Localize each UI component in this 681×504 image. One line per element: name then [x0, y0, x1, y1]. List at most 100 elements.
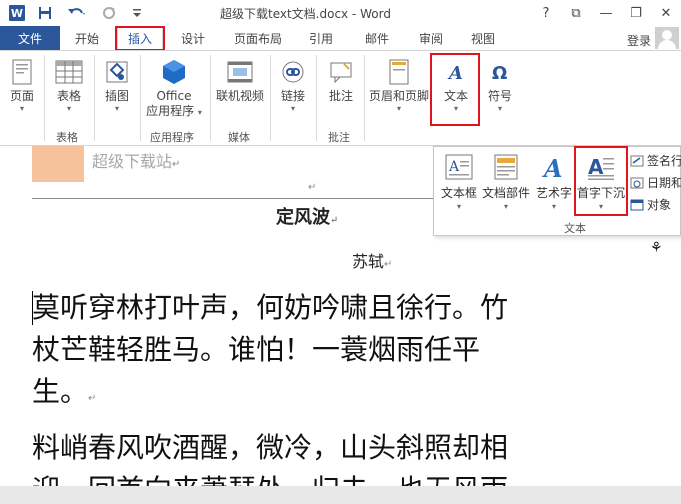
comment-icon [326, 57, 356, 87]
tab-insert[interactable]: 插入 [117, 26, 163, 50]
table-label: 表格 [56, 89, 81, 103]
text-label: 文本 [443, 89, 468, 103]
tab-view[interactable]: 视图 [460, 26, 506, 50]
paragraph-line[interactable]: 莫听穿林打叶声，何妨吟啸且徐行。竹 [32, 287, 592, 329]
paragraph-line[interactable]: 料峭春风吹酒醒，微冷，山头斜照却相 [32, 427, 592, 469]
tab-references[interactable]: 引用 [298, 26, 344, 50]
close-button[interactable]: ✕ [651, 0, 681, 26]
tab-page-layout[interactable]: 页面布局 [226, 26, 290, 50]
divider [270, 55, 271, 141]
pages-icon [7, 57, 37, 87]
wordart-label: 艺术字 [535, 186, 572, 200]
office-apps-button[interactable]: Office 应用程序 ▾ [144, 53, 204, 120]
tab-design[interactable]: 设计 [170, 26, 216, 50]
date-time-item[interactable]: 日期和 [630, 174, 681, 191]
window-controls: ? ⧉ — ❐ ✕ [531, 0, 681, 26]
paragraph-line[interactable]: 生。↵ [32, 371, 592, 420]
symbols-label: 符号 [487, 89, 512, 103]
paragraph-line[interactable]: 杖芒鞋轻胜马。谁怕！一蓑烟雨任平 [32, 329, 592, 371]
quick-parts-button[interactable]: 文档部件 ▾ [480, 149, 532, 211]
drop-cap-icon: A [586, 152, 616, 182]
divider [316, 55, 317, 141]
tab-review[interactable]: 审阅 [408, 26, 454, 50]
save-icon[interactable] [34, 2, 56, 24]
illustrations-icon [102, 57, 132, 87]
text-a-icon: A [441, 57, 471, 87]
link-icon [278, 57, 308, 87]
chevron-down-icon: ▾ [290, 104, 295, 113]
svg-text:Ω: Ω [492, 63, 507, 83]
wordart-icon: A [539, 152, 569, 182]
paragraph-mark: ↵ [330, 215, 339, 226]
drop-cap-button[interactable]: A 首字下沉 ▾ [576, 149, 626, 211]
help-button[interactable]: ? [531, 0, 561, 26]
tab-mailings[interactable]: 邮件 [354, 26, 400, 50]
paragraph-mark: ↵ [88, 393, 97, 404]
chevron-down-icon: ▾ [197, 108, 202, 117]
status-strip [0, 486, 681, 504]
online-video-button[interactable]: 联机视频 [214, 53, 266, 104]
chevron-down-icon: ▾ [497, 104, 502, 113]
chevron-down-icon: ▾ [456, 202, 461, 211]
header-footer-label: 页眉和页脚 [368, 89, 429, 103]
ribbon-tabs: 文件 开始 插入 设计 页面布局 引用 邮件 审阅 视图 登录 [0, 26, 681, 50]
divider [94, 55, 95, 141]
document-title: 超级下载text文档.docx - Word [220, 7, 391, 21]
illustrations-button[interactable]: 插图 ▾ [100, 53, 134, 113]
wordart-button[interactable]: A 艺术字 ▾ [534, 149, 574, 211]
redo-icon[interactable] [98, 2, 120, 24]
comment-button[interactable]: 批注 [322, 53, 360, 104]
chevron-down-icon: ▾ [598, 202, 603, 211]
group-label-apps: 应用程序 [150, 131, 194, 144]
sign-in-link[interactable]: 登录 [627, 32, 651, 49]
chevron-down-icon: ▾ [503, 202, 508, 211]
svg-text:A: A [542, 154, 563, 180]
site-logo [32, 146, 84, 182]
avatar[interactable] [655, 27, 679, 49]
chevron-down-icon: ▾ [19, 104, 24, 113]
signature-line-label: 签名行 [647, 154, 681, 168]
online-video-label: 联机视频 [215, 89, 264, 103]
text-box-button[interactable]: A 文本框 ▾ [438, 149, 480, 211]
poem-title-text: 定风波 [276, 207, 330, 228]
restore-button[interactable]: ❐ [621, 0, 651, 26]
site-name-text: 超级下载站 [92, 152, 173, 171]
tab-home[interactable]: 开始 [64, 26, 110, 50]
symbols-button[interactable]: Ω 符号 ▾ [482, 53, 518, 113]
ribbon-display-options-button[interactable]: ⧉ [561, 0, 591, 26]
chevron-down-icon: ▾ [396, 104, 401, 113]
text-box-icon: A [444, 152, 474, 182]
date-time-label: 日期和 [647, 176, 681, 190]
tab-file[interactable]: 文件 [0, 26, 60, 50]
minimize-button[interactable]: — [591, 0, 621, 26]
undo-icon[interactable] [62, 2, 92, 24]
site-name: 超级下载站↵ [92, 148, 180, 172]
links-button[interactable]: 链接 ▾ [276, 53, 310, 113]
header-footer-button[interactable]: 页眉和页脚 ▾ [368, 53, 430, 113]
object-item[interactable]: 对象 [630, 196, 671, 213]
calendar-clock-icon [630, 177, 644, 189]
poem-title[interactable]: 定风波↵ [276, 203, 338, 229]
header-footer-icon [384, 57, 414, 87]
customize-qat-icon[interactable] [126, 2, 148, 24]
quick-access-toolbar: W [0, 0, 148, 26]
poem-author[interactable]: 苏轼↵ [352, 248, 392, 272]
illustrations-label: 插图 [104, 89, 129, 103]
text-button[interactable]: A 文本 ▾ [436, 53, 476, 113]
signature-line-item[interactable]: 签名行 [630, 152, 681, 169]
word-window: W 超级下载text文档.docx - Word ? ⧉ — ❐ ✕ 文件 开始 [0, 0, 681, 504]
object-icon [630, 199, 644, 211]
pages-label: 页面 [9, 89, 34, 103]
divider [44, 55, 45, 141]
pages-button[interactable]: 页面 ▾ [6, 53, 38, 113]
poem-author-text: 苏轼 [352, 252, 385, 271]
table-button[interactable]: 表格 ▾ [52, 53, 86, 113]
chevron-down-icon: ▾ [114, 104, 119, 113]
comment-label: 批注 [328, 89, 353, 103]
svg-text:A: A [448, 159, 460, 175]
chevron-down-icon: ▾ [453, 104, 458, 113]
online-video-icon [225, 57, 255, 87]
group-label-media: 媒体 [228, 131, 250, 144]
quick-parts-label: 文档部件 [481, 186, 530, 200]
divider [210, 55, 211, 141]
